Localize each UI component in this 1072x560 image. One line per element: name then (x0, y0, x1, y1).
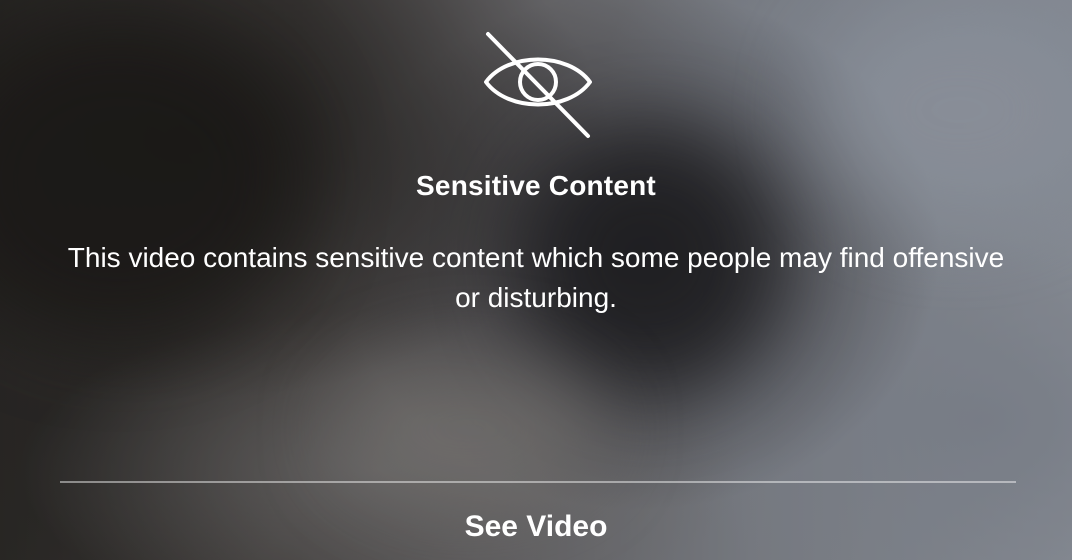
warning-title: Sensitive Content (416, 170, 656, 201)
eye-slash-icon (484, 32, 592, 138)
see-video-button[interactable]: See Video (0, 510, 1072, 544)
divider (60, 481, 1016, 483)
warning-description: This video contains sensitive content wh… (67, 242, 1005, 313)
